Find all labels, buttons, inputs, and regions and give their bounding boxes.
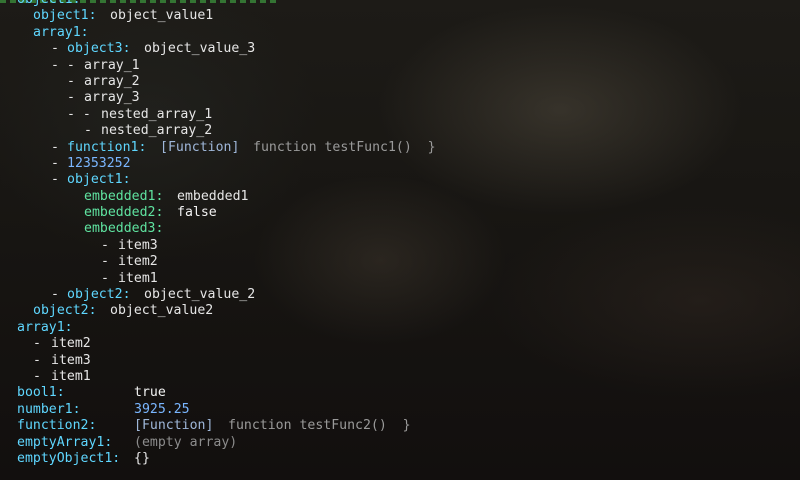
- yaml-key: array1:: [33, 24, 89, 40]
- output-line: - item2: [0, 336, 800, 352]
- output-line: embedded2: false: [0, 205, 800, 221]
- output-line: - nested_array_2: [0, 123, 800, 139]
- list-dash: -: [101, 270, 109, 286]
- yaml-value: item2: [118, 254, 158, 270]
- output-line: - object1:: [0, 172, 800, 188]
- yaml-key: function1:: [67, 139, 147, 155]
- yaml-value: object_value_3: [144, 41, 256, 57]
- yaml-value: array_1: [84, 57, 140, 73]
- function-tag: [Function]: [134, 418, 214, 434]
- output-line: object1:: [0, 0, 800, 8]
- list-dash: -: [67, 73, 75, 89]
- output-line: - function1: [Function] function testFun…: [0, 140, 800, 156]
- list-dash: -: [33, 352, 41, 368]
- number-value: 12353252: [67, 155, 131, 171]
- yaml-value: object_value1: [110, 8, 214, 24]
- yaml-value: object_value_2: [144, 287, 256, 303]
- function-body: function testFunc2() }: [228, 418, 411, 434]
- output-line: array1:: [0, 320, 800, 336]
- yaml-key: object2:: [33, 303, 97, 319]
- yaml-key: number1:: [17, 401, 81, 417]
- yaml-key: embedded2:: [84, 205, 164, 221]
- output-line: - item3: [0, 353, 800, 369]
- yaml-value: item3: [51, 352, 91, 368]
- list-dash: -: [33, 336, 41, 352]
- list-dash: -: [67, 90, 75, 106]
- yaml-value: item2: [51, 336, 91, 352]
- list-dash: -: [33, 368, 41, 384]
- output-line: - item3: [0, 238, 800, 254]
- output-line: - object3: object_value_3: [0, 41, 800, 57]
- yaml-value: array_2: [84, 73, 140, 89]
- list-dash: -: [101, 237, 109, 253]
- output-line: - - array_1: [0, 58, 800, 74]
- list-dash: - -: [51, 57, 75, 73]
- output-line: - item1: [0, 271, 800, 287]
- yaml-key: object1:: [67, 172, 131, 188]
- list-dash: -: [51, 155, 59, 171]
- yaml-key: function2:: [17, 418, 97, 434]
- output-line: emptyArray1: (empty array): [0, 435, 800, 451]
- output-line: - array_2: [0, 74, 800, 90]
- yaml-key: array1:: [17, 319, 73, 335]
- function-tag: [Function]: [160, 139, 240, 155]
- output-line: - object2: object_value_2: [0, 287, 800, 303]
- yaml-key: object3:: [67, 41, 131, 57]
- list-dash: - -: [67, 106, 91, 122]
- output-line: bool1: true: [0, 385, 800, 401]
- list-dash: -: [51, 172, 59, 188]
- output-line: embedded3:: [0, 221, 800, 237]
- yaml-key: object1:: [33, 8, 97, 24]
- list-dash: -: [84, 123, 92, 139]
- yaml-value: item3: [118, 237, 158, 253]
- output-line: object1: object_value1: [0, 8, 800, 24]
- list-dash: -: [101, 254, 109, 270]
- muted-value: (empty array): [134, 434, 238, 450]
- boolean-value: false: [177, 205, 217, 221]
- output-line: - - nested_array_1: [0, 107, 800, 123]
- yaml-key: embedded1:: [84, 188, 164, 204]
- output-line: function2: [Function] function testFunc2…: [0, 418, 800, 434]
- boolean-value: true: [134, 385, 166, 401]
- yaml-value: embedded1: [177, 188, 249, 204]
- yaml-key: emptyObject1:: [17, 450, 121, 466]
- list-dash: -: [51, 287, 59, 303]
- output-line: - array_3: [0, 90, 800, 106]
- output-line: - item1: [0, 369, 800, 385]
- output-line: array1:: [0, 25, 800, 41]
- yaml-value: item1: [118, 270, 158, 286]
- output-line: - item2: [0, 254, 800, 270]
- output-line: embedded1: embedded1: [0, 189, 800, 205]
- terminal-output: object1: object1: object_value1 array1: …: [0, 0, 800, 480]
- yaml-key: object2:: [67, 287, 131, 303]
- yaml-key: emptyArray1:: [17, 434, 113, 450]
- number-value: 3925.25: [134, 401, 190, 417]
- yaml-value: object_value2: [110, 303, 214, 319]
- function-body: function testFunc1() }: [253, 139, 436, 155]
- list-dash: -: [51, 41, 59, 57]
- yaml-key: embedded3:: [84, 221, 164, 237]
- yaml-value: nested_array_1: [101, 106, 213, 122]
- output-line: object2: object_value2: [0, 303, 800, 319]
- yaml-value: item1: [51, 368, 91, 384]
- yaml-value: {}: [134, 450, 150, 466]
- yaml-value: array_3: [84, 90, 140, 106]
- output-line: - 12353252: [0, 156, 800, 172]
- output-line: emptyObject1: {}: [0, 451, 800, 467]
- output-line: number1: 3925.25: [0, 402, 800, 418]
- list-dash: -: [51, 139, 59, 155]
- yaml-key: bool1:: [17, 385, 65, 401]
- yaml-value: nested_array_2: [101, 123, 213, 139]
- yaml-key: object1:: [17, 0, 81, 8]
